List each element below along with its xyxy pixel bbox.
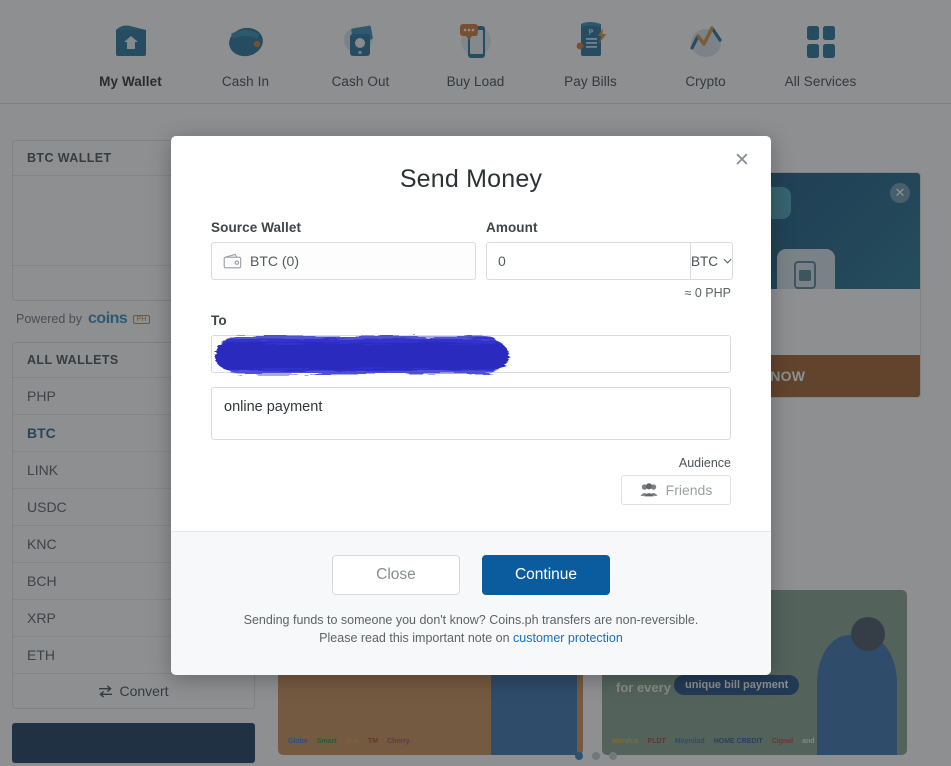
send-money-modal: ✕ Send Money Source Wallet BTC (0) Amoun… [171,136,771,675]
source-wallet-value: BTC (0) [250,253,299,269]
close-button-label: Close [376,566,416,583]
disclaimer-body: Sending funds to someone you don't know?… [243,613,699,646]
source-wallet-select[interactable]: BTC (0) [211,242,476,280]
amount-input[interactable] [486,242,690,280]
modal-title: Send Money [399,165,543,193]
source-amount-row: Source Wallet BTC (0) Amount 0 BTC ≈ 0 P… [211,220,733,300]
currency-select[interactable]: BTC [690,242,733,280]
note-textarea[interactable] [211,387,731,440]
close-x-icon[interactable]: ✕ [731,150,753,172]
currency-value: BTC [691,253,718,269]
chevron-down-icon [723,258,732,264]
amount-label: Amount [486,220,538,235]
source-wallet-label: Source Wallet [211,220,302,235]
amount-group: Amount BTC ≈ 0 PHP [486,220,733,300]
audience-group: Audience Friends [211,456,731,505]
modal-body: Source Wallet BTC (0) Amount 0 BTC ≈ 0 P… [171,194,771,505]
source-wallet-group: Source Wallet BTC (0) [211,220,476,300]
to-label: To [211,313,227,328]
people-group-icon [640,483,658,497]
customer-protection-link[interactable]: customer protection [513,631,623,645]
wallet-icon [223,253,242,269]
audience-value: Friends [665,482,713,498]
audience-label: Audience [678,456,731,470]
redaction-overlay [211,333,514,377]
continue-button[interactable]: Continue [482,555,610,595]
modal-actions: Close Continue [171,555,771,595]
app-root: My Wallet Cash In [0,0,951,766]
modal-footer: Close Continue Sending funds to someone … [171,531,771,675]
audience-select[interactable]: Friends [621,475,731,505]
close-button[interactable]: Close [332,555,460,595]
disclaimer-text: Sending funds to someone you don't know?… [171,611,771,647]
amount-approx-value: ≈ 0 PHP [684,286,731,300]
recipient-field[interactable] [211,335,731,374]
continue-button-label: Continue [514,566,578,583]
